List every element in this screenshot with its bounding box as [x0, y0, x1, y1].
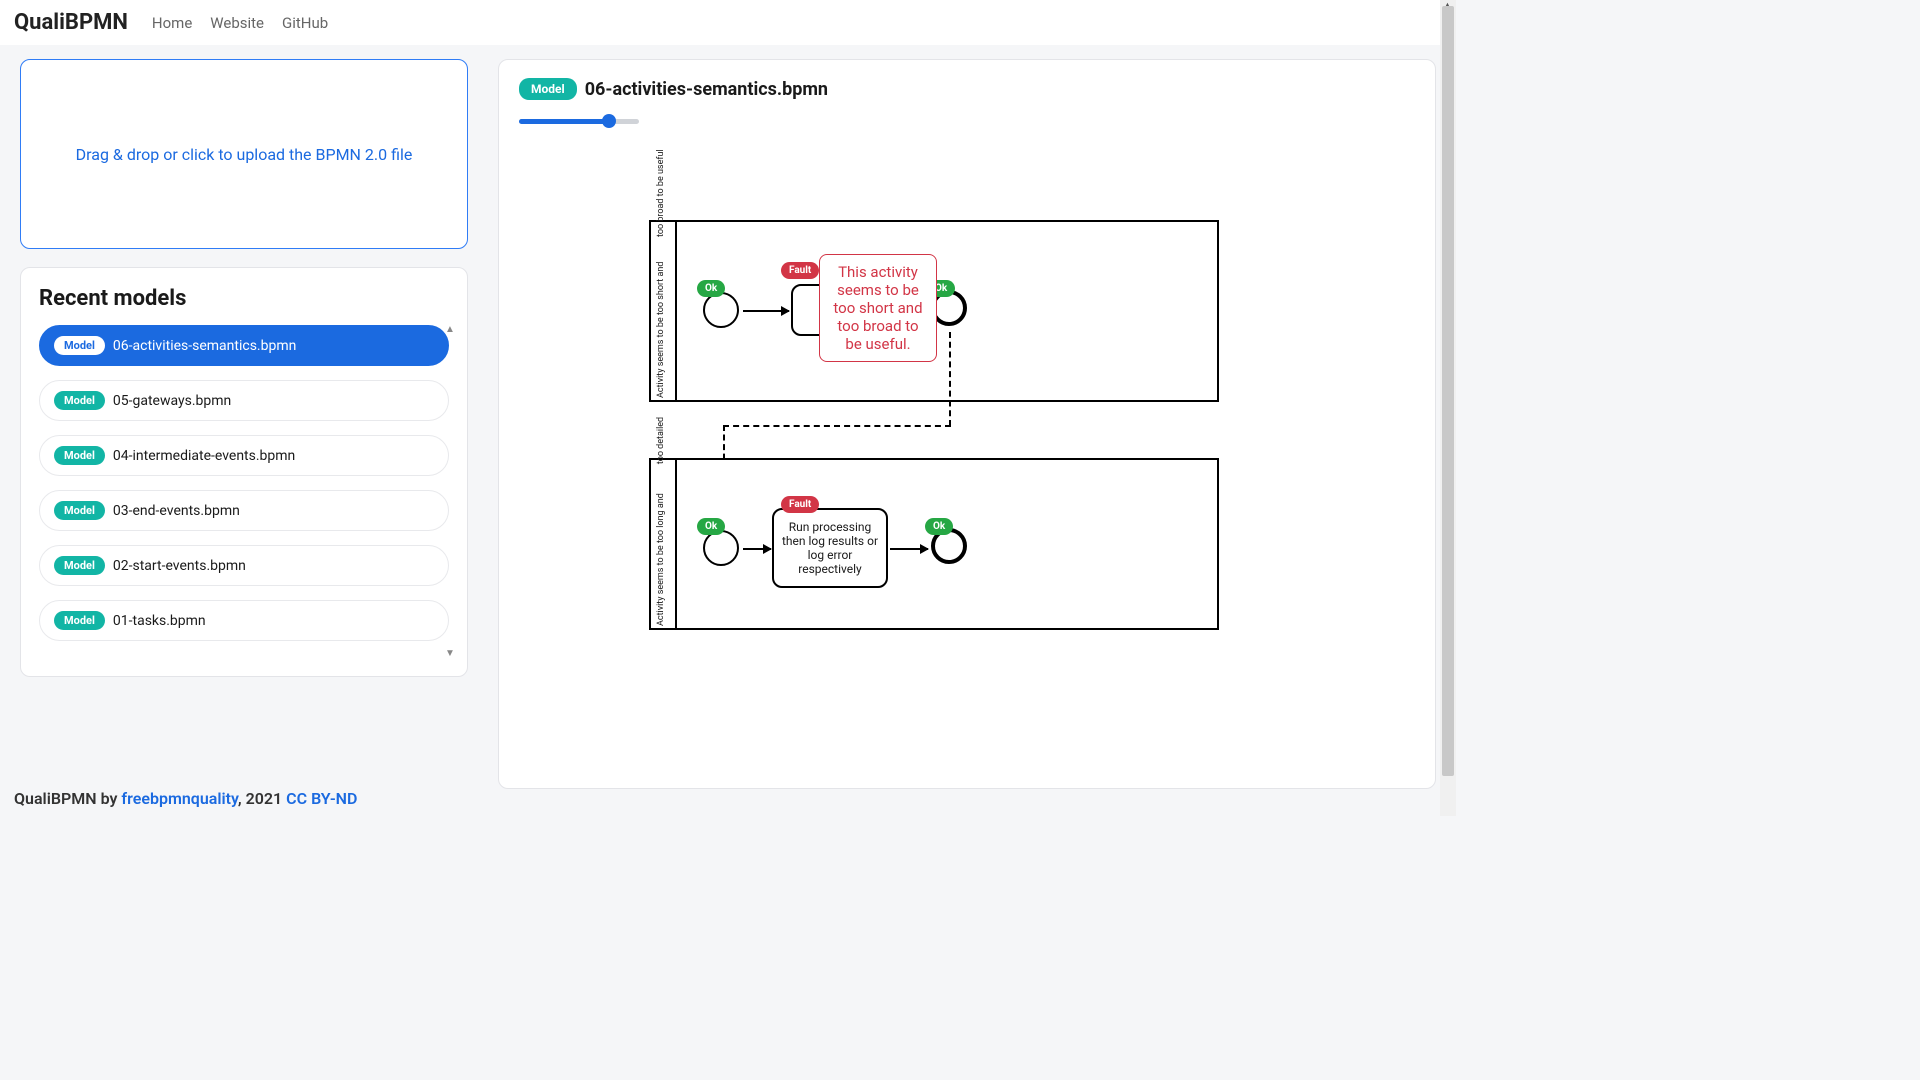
fault-badge: Fault	[781, 262, 819, 279]
recent-item-02[interactable]: Model 02-start-events.bpmn	[39, 545, 449, 586]
recent-item-label: 03-end-events.bpmn	[113, 503, 240, 519]
zoom-fill	[519, 119, 609, 124]
model-badge: Model	[54, 556, 105, 575]
recent-scroll-up-icon[interactable]: ▲	[443, 324, 457, 338]
viewer-header: Model 06-activities-semantics.bpmn	[519, 78, 1415, 100]
message-flow[interactable]	[949, 332, 951, 426]
nav-website[interactable]: Website	[210, 14, 264, 32]
footer-prefix: QualiBPMN by	[14, 789, 121, 808]
page-scrollbar[interactable]: ▲	[1440, 0, 1456, 816]
upload-dropzone[interactable]: Drag & drop or click to upload the BPMN …	[20, 59, 468, 249]
ok-badge: Ok	[697, 518, 725, 535]
footer-license-link[interactable]: CC BY-ND	[286, 789, 357, 808]
page-scrollbar-thumb[interactable]	[1442, 6, 1454, 776]
lane-label-column: Activity seems to be too long and too de…	[651, 460, 677, 628]
navbar: QualiBPMN Home Website GitHub	[0, 0, 1456, 45]
model-badge: Model	[54, 446, 105, 465]
model-badge: Model	[54, 611, 105, 630]
recent-item-label: 06-activities-semantics.bpmn	[113, 338, 296, 354]
activity-text: Run processing then log results or log e…	[778, 520, 882, 576]
recent-item-01[interactable]: Model 01-tasks.bpmn	[39, 600, 449, 641]
model-badge: Model	[54, 501, 105, 520]
brand-title: QualiBPMN	[14, 10, 128, 35]
start-event[interactable]	[703, 292, 739, 328]
recent-item-label: 04-intermediate-events.bpmn	[113, 448, 295, 464]
activity-run-processing[interactable]: Run processing then log results or log e…	[772, 508, 888, 588]
sequence-flow[interactable]	[743, 310, 789, 312]
pool-too-long[interactable]: Activity seems to be too long and too de…	[649, 458, 1219, 630]
ok-badge: Ok	[925, 518, 953, 535]
recent-models-title: Recent models	[39, 286, 461, 311]
lane-label: Activity seems to be too short and too b…	[657, 226, 667, 398]
recent-item-03[interactable]: Model 03-end-events.bpmn	[39, 490, 449, 531]
recent-item-04[interactable]: Model 04-intermediate-events.bpmn	[39, 435, 449, 476]
footer-author-link[interactable]: freebpmnquality	[121, 789, 237, 808]
recent-scroll-down-icon[interactable]: ▼	[443, 648, 457, 662]
viewer-panel: Model 06-activities-semantics.bpmn Activ…	[498, 59, 1436, 789]
model-badge: Model	[519, 78, 577, 100]
message-flow[interactable]	[723, 425, 951, 427]
fault-tooltip: This activity seems to be too short and …	[819, 254, 937, 362]
recent-item-06[interactable]: Model 06-activities-semantics.bpmn	[39, 325, 449, 366]
main-layout: Drag & drop or click to upload the BPMN …	[0, 45, 1456, 789]
footer: QualiBPMN by freebpmnquality, 2021 CC BY…	[14, 789, 357, 808]
recent-item-05[interactable]: Model 05-gateways.bpmn	[39, 380, 449, 421]
recent-models-list[interactable]: Model 06-activities-semantics.bpmn Model…	[39, 325, 461, 645]
ok-badge: Ok	[697, 280, 725, 297]
left-column: Drag & drop or click to upload the BPMN …	[20, 59, 468, 789]
zoom-slider[interactable]	[519, 114, 639, 128]
viewer-filename: 06-activities-semantics.bpmn	[585, 79, 828, 100]
nav-home[interactable]: Home	[152, 14, 192, 32]
model-badge: Model	[54, 391, 105, 410]
zoom-thumb[interactable]	[602, 114, 616, 128]
lane-label: Activity seems to be too long and too de…	[657, 464, 667, 626]
upload-text: Drag & drop or click to upload the BPMN …	[76, 145, 413, 164]
recent-item-label: 02-start-events.bpmn	[113, 558, 246, 574]
sequence-flow[interactable]	[890, 548, 928, 550]
start-event[interactable]	[703, 530, 739, 566]
recent-models-panel: Recent models ▲ Model 06-activities-sema…	[20, 267, 468, 677]
recent-item-label: 01-tasks.bpmn	[113, 613, 206, 629]
fault-badge: Fault	[781, 496, 819, 513]
model-badge: Model	[54, 336, 105, 355]
sequence-flow[interactable]	[743, 548, 771, 550]
nav-github[interactable]: GitHub	[282, 14, 328, 32]
lane-label-column: Activity seems to be too short and too b…	[651, 222, 677, 400]
right-column: Model 06-activities-semantics.bpmn Activ…	[498, 59, 1436, 789]
recent-item-label: 05-gateways.bpmn	[113, 393, 231, 409]
footer-mid: , 2021	[238, 789, 286, 808]
bpmn-diagram[interactable]: Activity seems to be too short and too b…	[649, 220, 1349, 660]
